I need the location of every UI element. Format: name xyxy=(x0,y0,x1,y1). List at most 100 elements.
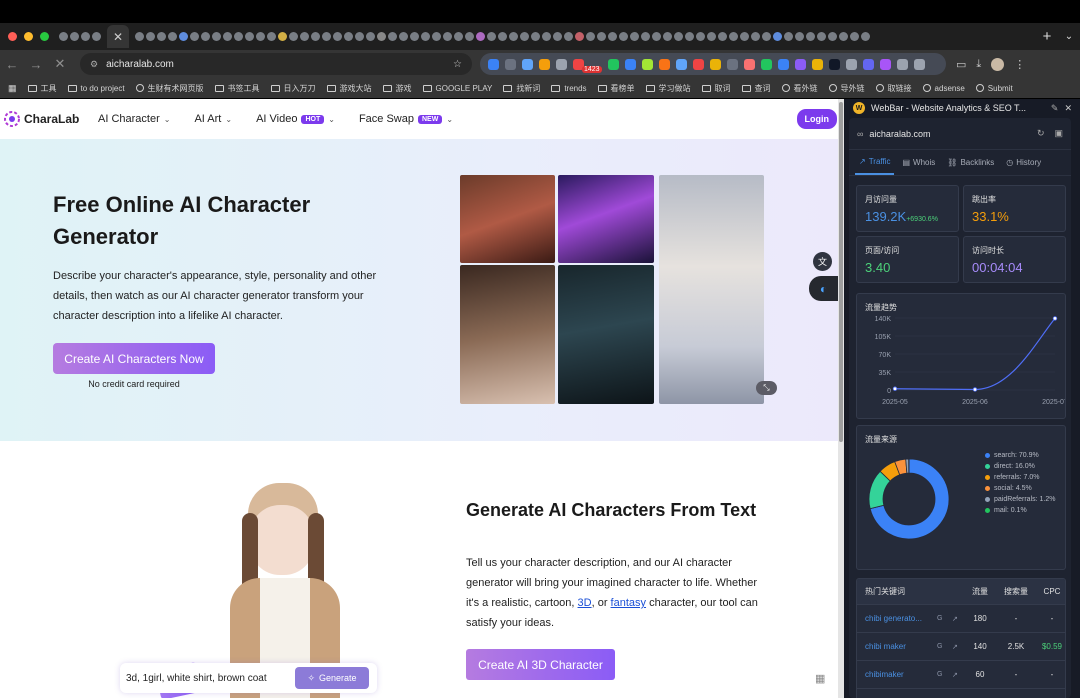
scrollbar-thumb[interactable] xyxy=(839,102,843,442)
extension-icon[interactable] xyxy=(743,58,755,70)
bookmark-item[interactable]: 游戏 xyxy=(382,83,412,94)
trend-icon[interactable]: ↗ xyxy=(952,615,958,623)
tab-favicon-icon[interactable] xyxy=(344,32,353,41)
extension-icon[interactable] xyxy=(811,58,823,70)
tab-favicon-icon[interactable] xyxy=(762,32,771,41)
tab-favicon-icon[interactable] xyxy=(267,32,276,41)
profile-avatar[interactable] xyxy=(991,57,1005,71)
create-characters-button[interactable]: Create AI Characters Now xyxy=(53,343,215,374)
forward-icon[interactable]: → xyxy=(24,57,48,72)
tab-favicon-icon[interactable] xyxy=(784,32,793,41)
active-tab[interactable]: ✕ xyxy=(107,25,129,48)
tab-favicon-icon[interactable] xyxy=(333,32,342,41)
tab-favicon-icon[interactable] xyxy=(553,32,562,41)
keyword-link[interactable]: chibi generato... xyxy=(865,614,935,623)
extension-icon[interactable] xyxy=(624,58,636,70)
apps-grid-icon[interactable]: ▦ xyxy=(8,83,17,94)
extension-icon[interactable] xyxy=(913,58,925,70)
site-info-icon[interactable]: ⚙ xyxy=(90,59,98,70)
tab-favicon-icon[interactable] xyxy=(179,32,188,41)
tab-favicon-icon[interactable] xyxy=(740,32,749,41)
link-3d[interactable]: 3D xyxy=(578,597,592,609)
extension-icon[interactable] xyxy=(641,58,653,70)
tab-favicon-icon[interactable] xyxy=(597,32,606,41)
tab-favicon-icon[interactable] xyxy=(377,32,386,41)
pin-icon[interactable]: ✎ xyxy=(1051,103,1059,114)
tab-favicon-icon[interactable] xyxy=(190,32,199,41)
google-icon[interactable]: G xyxy=(937,643,942,650)
extension-icon[interactable] xyxy=(709,58,721,70)
gallery-image-anime-girl[interactable] xyxy=(659,175,764,404)
link-fantasy[interactable]: fantasy xyxy=(611,597,646,609)
tab-favicon-icon[interactable] xyxy=(619,32,628,41)
translate-icon[interactable]: 文 xyxy=(813,252,832,271)
tab-favicon-icon[interactable] xyxy=(487,32,496,41)
tab-favicon-icon[interactable] xyxy=(300,32,309,41)
zoom-window-button[interactable] xyxy=(40,32,49,41)
tab-favicon-icon[interactable] xyxy=(718,32,727,41)
bookmark-item[interactable]: 书签工具 xyxy=(214,83,260,94)
reading-mode-icon[interactable]: ▭ xyxy=(956,58,966,71)
extension-icon[interactable] xyxy=(505,58,516,70)
extension-icon[interactable] xyxy=(828,58,840,70)
nav-ai-character[interactable]: AI Character ⌄ xyxy=(98,113,170,125)
tab-favicon-icon[interactable] xyxy=(256,32,265,41)
bookmark-item[interactable]: 查词 xyxy=(741,83,771,94)
tab-favicon-icon[interactable] xyxy=(586,32,595,41)
extension-icon[interactable] xyxy=(845,58,857,70)
bookmark-item[interactable]: 导外链 xyxy=(828,83,865,94)
bookmark-item[interactable]: 日入万刀 xyxy=(270,83,316,94)
tab-favicon-icon[interactable] xyxy=(509,32,518,41)
google-icon[interactable]: G xyxy=(937,671,942,678)
bookmark-item[interactable]: 找新词 xyxy=(503,83,540,94)
tab-favicon-icon[interactable] xyxy=(773,32,782,41)
tab-favicons[interactable]: ✕ xyxy=(59,23,1036,50)
expand-icon[interactable]: ⤡ xyxy=(756,381,777,395)
gallery-image-cyber-girl[interactable] xyxy=(558,175,654,263)
menu-icon[interactable]: ⋮ xyxy=(1014,58,1025,71)
bookmark-item[interactable]: 生财有术网页版 xyxy=(135,83,204,94)
bookmark-item[interactable]: trends xyxy=(551,84,587,93)
tab-favicon-icon[interactable] xyxy=(861,32,870,41)
keyword-link[interactable]: chibi maker xyxy=(865,642,935,651)
gallery-image-woman[interactable] xyxy=(460,265,555,404)
tab-favicon-icon[interactable] xyxy=(201,32,210,41)
tab-favicon-icon[interactable] xyxy=(817,32,826,41)
tab-favicon-icon[interactable] xyxy=(652,32,661,41)
tab-favicon-icon[interactable] xyxy=(278,32,287,41)
legend-item[interactable]: mail: 0.1% xyxy=(985,505,1055,516)
tab-favicon-icon[interactable] xyxy=(289,32,298,41)
bookmark-item[interactable]: Submit xyxy=(975,84,1013,93)
bookmark-star-icon[interactable]: ☆ xyxy=(453,59,462,70)
tab-favicon-icon[interactable] xyxy=(751,32,760,41)
prompt-input[interactable]: 3d, 1girl, white shirt, brown coat ✧ Gene… xyxy=(120,663,377,693)
table-row[interactable]: chibi maker G ↗ 140 2.5K $0.59 xyxy=(857,633,1065,661)
bookmark-item[interactable]: 工具 xyxy=(27,83,57,94)
close-tab-icon[interactable]: ✕ xyxy=(113,30,123,44)
tab-favicon-icon[interactable] xyxy=(146,32,155,41)
tab-favicon-icon[interactable] xyxy=(421,32,430,41)
tab-favicon-icon[interactable] xyxy=(564,32,573,41)
tab-favicon-icon[interactable] xyxy=(476,32,485,41)
bookmark-item[interactable]: GOOGLE PLAY xyxy=(422,84,492,93)
tab-traffic[interactable]: ↗ Traffic xyxy=(855,150,895,175)
tab-favicon-icon[interactable] xyxy=(410,32,419,41)
extension-icon[interactable] xyxy=(760,58,772,70)
extension-float-icon[interactable]: ◐ xyxy=(809,276,838,301)
site-logo[interactable]: CharaLab xyxy=(3,110,98,128)
tab-favicon-icon[interactable] xyxy=(850,32,859,41)
extension-icon[interactable] xyxy=(539,58,550,70)
legend-item[interactable]: social: 4.5% xyxy=(985,483,1055,494)
tab-favicon-icon[interactable] xyxy=(355,32,364,41)
create-3d-character-button[interactable]: Create AI 3D Character xyxy=(466,649,615,680)
login-button[interactable]: Login xyxy=(796,109,837,129)
layout-icon[interactable]: ▣ xyxy=(1054,128,1063,139)
extension-icon[interactable] xyxy=(556,58,567,70)
extension-icon[interactable] xyxy=(726,58,738,70)
extension-icon[interactable] xyxy=(658,58,670,70)
table-row[interactable]: dnd creator npcG↗50-- xyxy=(857,689,1065,698)
extension-icon[interactable] xyxy=(692,58,704,70)
tab-whois[interactable]: ▤ Whois xyxy=(898,151,939,174)
qr-icon[interactable]: ▦ xyxy=(815,672,825,685)
tab-favicon-icon[interactable] xyxy=(828,32,837,41)
